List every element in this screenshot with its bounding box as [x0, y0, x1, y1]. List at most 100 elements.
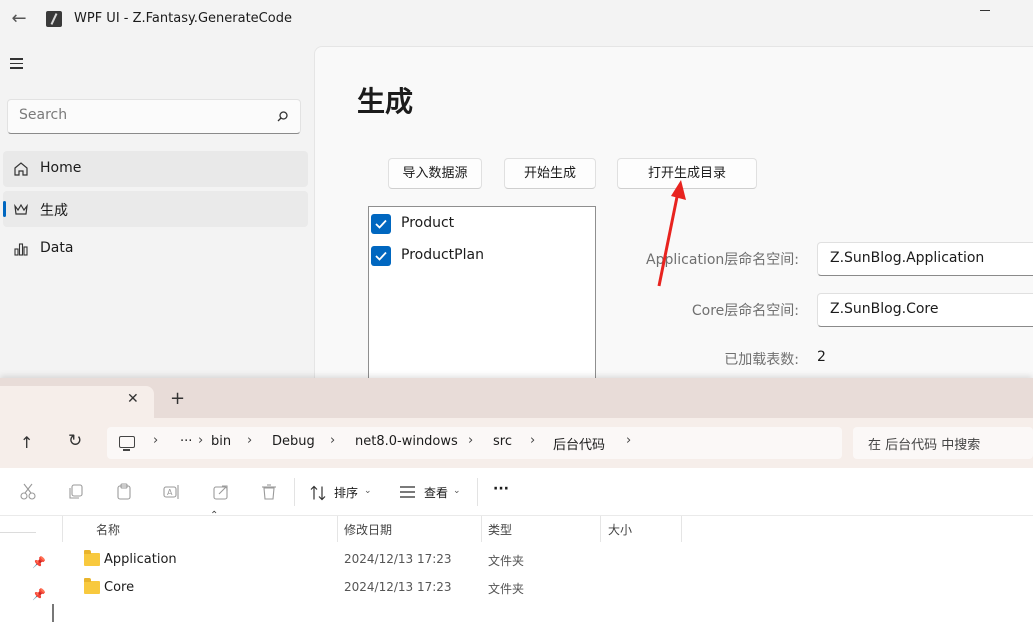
pin-icon[interactable]: 📌 [32, 556, 46, 569]
command-bar: A 排序 ⌄ 查看 ⌄ ··· [0, 468, 1033, 516]
pane-splitter[interactable] [52, 604, 54, 622]
more-options-button[interactable]: ··· [493, 481, 509, 497]
table-row[interactable]: Application 2024/12/13 17:23 文件夹 [75, 548, 775, 574]
chevron-down-icon[interactable]: ⌄ [364, 486, 372, 496]
nav-item-data[interactable]: Data [3, 231, 308, 267]
chevron-right-icon[interactable]: › [198, 433, 203, 448]
column-size-header[interactable]: 大小 [608, 521, 632, 538]
nav-item-generate[interactable]: 生成 [3, 191, 308, 227]
breadcrumb-item[interactable]: src [493, 434, 512, 449]
nav-label-data: Data [40, 240, 74, 256]
file-name: Core [104, 580, 135, 595]
explorer-search-placeholder: 在 后台代码 中搜索 [868, 438, 981, 453]
file-type: 文件夹 [488, 554, 525, 568]
breadcrumb-more[interactable]: ··· [180, 434, 192, 449]
file-type: 文件夹 [488, 582, 525, 596]
nav-item-home[interactable]: Home [3, 151, 308, 187]
pin-icon[interactable]: 📌 [32, 588, 46, 601]
column-divider[interactable] [600, 516, 601, 542]
column-header: ⌃ 名称 修改日期 类型 大小 [0, 510, 1033, 544]
checkbox-checked[interactable] [371, 214, 391, 234]
rename-icon[interactable]: A [163, 483, 181, 501]
list-item-label: ProductPlan [401, 247, 484, 263]
explorer-tab[interactable]: ✕ [0, 386, 154, 418]
chevron-right-icon[interactable]: › [153, 433, 158, 448]
core-namespace-field[interactable]: Z.SunBlog.Core [817, 293, 1033, 327]
folder-icon [84, 550, 100, 566]
nav-label-home: Home [40, 160, 82, 176]
search-input[interactable] [19, 107, 259, 123]
close-tab-icon[interactable]: ✕ [127, 391, 139, 407]
import-data-source-button[interactable]: 导入数据源 [388, 158, 482, 189]
loaded-tables-label: 已加载表数: [724, 352, 799, 368]
new-tab-button[interactable]: + [170, 390, 185, 408]
core-namespace-label: Core层命名空间: [691, 303, 799, 319]
data-icon [14, 243, 28, 256]
breadcrumb-item[interactable]: net8.0-windows [355, 434, 458, 449]
delete-icon[interactable] [260, 483, 278, 501]
chevron-right-icon[interactable]: › [626, 433, 631, 448]
toolbar-divider [294, 478, 295, 506]
loaded-tables-count: 2 [817, 349, 826, 365]
breadcrumb-item[interactable]: Debug [272, 434, 315, 449]
file-date: 2024/12/13 17:23 [344, 552, 452, 566]
crown-icon [14, 203, 28, 215]
column-type-header[interactable]: 类型 [488, 521, 512, 538]
start-generate-button[interactable]: 开始生成 [504, 158, 596, 189]
app-window: ← WPF UI - Z.Fantasy.GenerateCode Home 生… [0, 0, 1033, 386]
chevron-right-icon[interactable]: › [330, 433, 335, 448]
title-bar: ← WPF UI - Z.Fantasy.GenerateCode [0, 0, 1033, 40]
cut-icon[interactable] [19, 483, 37, 501]
file-explorer-window: ✕ + ↑ ↻ › ··· › bin › Debug › net8.0-win… [0, 378, 1033, 622]
chevron-right-icon[interactable]: › [468, 433, 473, 448]
hamburger-menu-icon[interactable] [10, 58, 26, 72]
sort-ascending-icon: ⌃ [210, 510, 219, 521]
column-date-header[interactable]: 修改日期 [344, 521, 392, 538]
tab-strip: ✕ + [0, 378, 1033, 418]
address-bar-row: ↑ ↻ › ··· › bin › Debug › net8.0-windows… [0, 418, 1033, 468]
application-namespace-value: Z.SunBlog.Application [830, 250, 985, 266]
address-bar[interactable]: › ··· › bin › Debug › net8.0-windows › s… [107, 427, 842, 459]
checkbox-checked[interactable] [371, 246, 391, 266]
search-box[interactable] [7, 99, 301, 134]
breadcrumb-item[interactable]: bin [211, 434, 231, 449]
column-divider [62, 516, 63, 542]
app-logo-icon [46, 11, 62, 27]
share-icon[interactable] [212, 483, 230, 501]
list-item-label: Product [401, 215, 455, 231]
table-list[interactable]: Product ProductPlan [368, 206, 596, 386]
sort-button[interactable]: 排序 [334, 484, 358, 501]
selection-indicator [3, 201, 6, 217]
explorer-search-box[interactable]: 在 后台代码 中搜索 [853, 427, 1033, 459]
svg-text:A: A [167, 488, 173, 497]
column-divider[interactable] [481, 516, 482, 542]
column-divider[interactable] [681, 516, 682, 542]
chevron-right-icon[interactable]: › [530, 433, 535, 448]
table-row[interactable]: Core 2024/12/13 17:23 文件夹 [75, 576, 775, 602]
nav-label-generate: 生成 [40, 203, 68, 219]
copy-icon[interactable] [67, 483, 85, 501]
sort-icon[interactable] [310, 484, 327, 502]
search-icon[interactable] [277, 111, 288, 122]
up-arrow-icon[interactable]: ↑ [20, 433, 33, 452]
file-name: Application [104, 552, 177, 567]
file-date: 2024/12/13 17:23 [344, 580, 452, 594]
view-button[interactable]: 查看 [424, 484, 448, 501]
refresh-icon[interactable]: ↻ [68, 431, 82, 451]
application-namespace-field[interactable]: Z.SunBlog.Application [817, 242, 1033, 276]
chevron-down-icon[interactable]: ⌄ [453, 486, 461, 496]
back-button[interactable]: ← [8, 8, 30, 30]
core-namespace-value: Z.SunBlog.Core [830, 301, 939, 317]
toolbar-divider [477, 478, 478, 506]
chevron-right-icon[interactable]: › [247, 433, 252, 448]
home-icon [14, 162, 28, 176]
breadcrumb-current[interactable]: 后台代码 [553, 434, 605, 453]
paste-icon[interactable] [115, 483, 133, 501]
folder-icon [84, 578, 100, 594]
minimize-button[interactable] [980, 10, 990, 11]
column-name-header[interactable]: 名称 [96, 521, 120, 538]
window-title: WPF UI - Z.Fantasy.GenerateCode [74, 11, 292, 26]
pc-icon[interactable] [119, 436, 135, 451]
column-divider[interactable] [337, 516, 338, 542]
view-icon[interactable] [399, 485, 416, 499]
